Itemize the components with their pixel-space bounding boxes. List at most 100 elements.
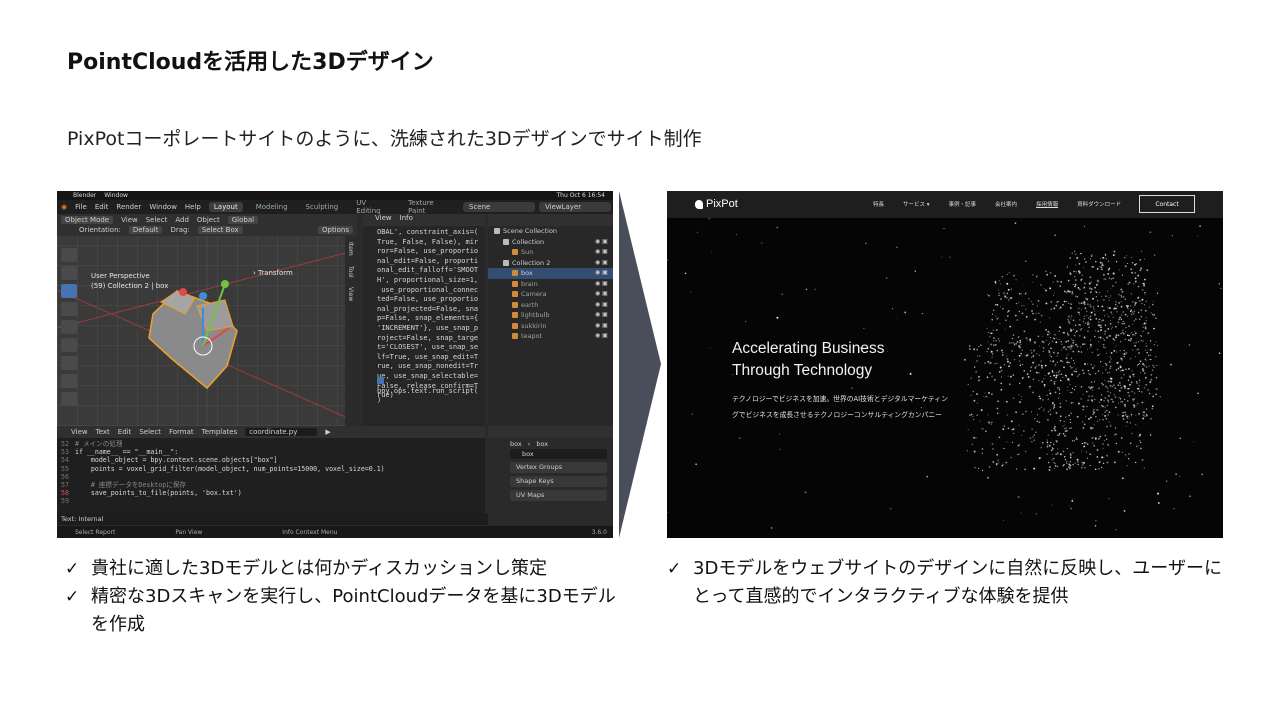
move-tool-icon[interactable] bbox=[61, 284, 77, 298]
cloud-point bbox=[1019, 339, 1022, 342]
cloud-point bbox=[1083, 286, 1086, 289]
editor-menu-templates[interactable]: Templates bbox=[202, 428, 238, 436]
outliner-search[interactable] bbox=[488, 214, 613, 226]
workspace-sculpting[interactable]: Sculpting bbox=[301, 202, 344, 212]
workspace-layout[interactable]: Layout bbox=[208, 202, 243, 212]
visibility-icon[interactable]: ◉ ▣ bbox=[595, 279, 613, 290]
cloud-point bbox=[1086, 457, 1088, 459]
cloud-point bbox=[967, 429, 969, 431]
workspace-modeling[interactable]: Modeling bbox=[251, 202, 293, 212]
select-tool-icon[interactable] bbox=[61, 248, 77, 262]
nav-company[interactable]: 会社案内 bbox=[995, 200, 1017, 208]
cloud-point bbox=[1018, 302, 1020, 304]
menu-window[interactable]: Window bbox=[149, 203, 177, 211]
visibility-icon[interactable]: ◉ ▣ bbox=[595, 310, 613, 321]
cloud-point bbox=[1070, 315, 1073, 317]
cloud-point bbox=[1099, 419, 1101, 421]
measure-tool-icon[interactable] bbox=[61, 374, 77, 388]
visibility-icon[interactable]: ◉ ▣ bbox=[595, 268, 613, 279]
tab-item[interactable]: Item bbox=[347, 242, 354, 256]
nav-cases[interactable]: 事例・記事 bbox=[949, 200, 977, 208]
star-point bbox=[887, 350, 889, 352]
annotate-tool-icon[interactable] bbox=[61, 356, 77, 370]
properties-search[interactable] bbox=[488, 426, 613, 438]
outliner-item[interactable]: lightbulb ◉ ▣ bbox=[488, 310, 613, 321]
editor-menu-view[interactable]: View bbox=[71, 428, 88, 436]
cloud-point bbox=[1125, 414, 1127, 416]
transform-orientation[interactable]: Global bbox=[227, 216, 259, 224]
cursor-tool-icon[interactable] bbox=[61, 266, 77, 280]
star-point bbox=[1113, 250, 1116, 253]
tab-tool[interactable]: Tool bbox=[347, 266, 354, 278]
3d-viewport[interactable]: Object Mode View Select Add Object Globa… bbox=[57, 214, 358, 426]
nav-features[interactable]: 特長 bbox=[873, 200, 884, 208]
rotate-tool-icon[interactable] bbox=[61, 302, 77, 316]
menu-render[interactable]: Render bbox=[116, 203, 141, 211]
object-mode-dropdown[interactable]: Object Mode bbox=[61, 216, 114, 224]
outliner-item[interactable]: earth ◉ ▣ bbox=[488, 300, 613, 311]
panel-shape-keys[interactable]: Shape Keys bbox=[510, 476, 607, 487]
outliner-item[interactable]: Sun ◉ ▣ bbox=[488, 247, 613, 258]
menu-file[interactable]: File bbox=[75, 203, 87, 211]
outliner-item[interactable]: brain ◉ ▣ bbox=[488, 279, 613, 290]
cloud-point bbox=[1124, 454, 1126, 456]
outliner-item[interactable]: Collection 2 ◉ ▣ bbox=[488, 258, 613, 269]
menu-edit[interactable]: Edit bbox=[95, 203, 109, 211]
outliner-item[interactable]: Camera ◉ ▣ bbox=[488, 289, 613, 300]
view-layer-selector[interactable]: ViewLayer bbox=[539, 202, 611, 212]
bullet-list-left: ✓ 貴社に適した3Dモデルとは何かディスカッションし策定 ✓ 精密な3Dスキャンを実… bbox=[61, 555, 621, 639]
tab-view[interactable]: View bbox=[347, 287, 354, 301]
visibility-icon[interactable]: ◉ ▣ bbox=[595, 331, 613, 342]
transform-tool-icon[interactable] bbox=[61, 338, 77, 352]
cloud-point bbox=[1068, 466, 1070, 468]
cloud-point bbox=[1065, 340, 1067, 343]
vp-menu-view[interactable]: View bbox=[121, 216, 138, 224]
cloud-point bbox=[998, 317, 1000, 319]
outliner-item[interactable]: box ◉ ▣ bbox=[488, 268, 613, 279]
visibility-icon[interactable]: ◉ ▣ bbox=[595, 300, 613, 311]
visibility-icon[interactable]: ◉ ▣ bbox=[595, 289, 613, 300]
panel-uv-maps[interactable]: UV Maps bbox=[510, 490, 607, 501]
outliner-item[interactable]: sukkirin ◉ ▣ bbox=[488, 321, 613, 332]
star-point bbox=[1173, 508, 1175, 510]
text-file-selector[interactable]: coordinate.py bbox=[245, 428, 318, 436]
cloud-point bbox=[1091, 437, 1093, 439]
nav-services[interactable]: サービス ▾ bbox=[903, 200, 930, 208]
info-menu-view[interactable]: View bbox=[375, 214, 392, 226]
editor-menu-edit[interactable]: Edit bbox=[118, 428, 132, 436]
mac-menu-window[interactable]: Window bbox=[104, 192, 128, 199]
menu-help[interactable]: Help bbox=[185, 203, 201, 211]
visibility-icon[interactable]: ◉ ▣ bbox=[595, 258, 613, 269]
nav-download[interactable]: 資料ダウンロード bbox=[1077, 200, 1121, 208]
transform-panel-header[interactable]: › Transform bbox=[253, 269, 293, 277]
vp-menu-add[interactable]: Add bbox=[175, 216, 189, 224]
add-cube-tool-icon[interactable] bbox=[61, 392, 77, 406]
editor-menu-format[interactable]: Format bbox=[169, 428, 194, 436]
contact-button[interactable]: Contact bbox=[1139, 195, 1195, 213]
info-menu-info[interactable]: Info bbox=[400, 214, 413, 226]
visibility-icon[interactable]: ◉ ▣ bbox=[595, 237, 613, 248]
site-logo[interactable]: PixPot bbox=[695, 198, 738, 210]
visibility-icon[interactable]: ◉ ▣ bbox=[595, 247, 613, 258]
mesh-data-field[interactable]: box bbox=[510, 449, 607, 459]
options-dropdown[interactable]: Options bbox=[317, 226, 353, 234]
scale-tool-icon[interactable] bbox=[61, 320, 77, 334]
cloud-point bbox=[1107, 387, 1109, 389]
run-script-icon[interactable]: ▶ bbox=[325, 428, 330, 436]
drag-dropdown[interactable]: Select Box bbox=[197, 226, 243, 234]
vp-menu-select[interactable]: Select bbox=[146, 216, 168, 224]
cloud-point bbox=[1127, 283, 1130, 285]
star-point bbox=[1157, 502, 1160, 504]
outliner-item[interactable]: teapot ◉ ▣ bbox=[488, 331, 613, 342]
scene-selector[interactable]: Scene bbox=[463, 202, 535, 212]
nav-recruit[interactable]: 採用情報 bbox=[1036, 200, 1058, 208]
editor-menu-select[interactable]: Select bbox=[139, 428, 161, 436]
vp-menu-object[interactable]: Object bbox=[197, 216, 220, 224]
visibility-icon[interactable]: ◉ ▣ bbox=[595, 321, 613, 332]
outliner-item[interactable]: Collection ◉ ▣ bbox=[488, 237, 613, 248]
editor-menu-text[interactable]: Text bbox=[96, 428, 110, 436]
outliner-item[interactable]: Scene Collection bbox=[488, 226, 613, 237]
panel-vertex-groups[interactable]: Vertex Groups bbox=[510, 462, 607, 473]
code-lines[interactable]: 52 # メインの処理 53 if __name__ == "__main__": 54… bbox=[57, 438, 485, 506]
orientation-dropdown[interactable]: Default bbox=[128, 226, 163, 234]
